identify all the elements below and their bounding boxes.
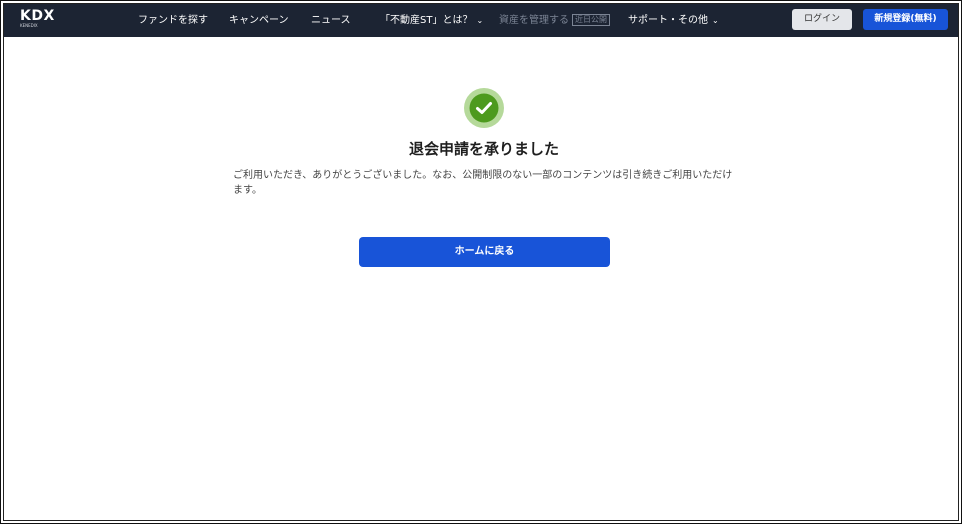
chevron-down-icon: ⌄ [712,16,719,25]
logo-text: KDX [20,8,55,24]
window-frame: KDX KENEDIX ファンドを探す キャンペーン ニュース 「不動産ST」と… [0,0,962,524]
nav-item-news[interactable]: ニュース [311,4,351,37]
nav-item-find-funds[interactable]: ファンドを探す [138,4,208,37]
register-button[interactable]: 新規登録(無料) [863,9,948,30]
nav-item-support[interactable]: サポート・その他 ⌄ [628,4,719,37]
nav-item-label: サポート・その他 [628,15,708,26]
page-title: 退会申請を承りました [408,140,559,158]
nav-item-label: 資産を管理する [499,15,569,26]
nav-item-about-st[interactable]: 「不動産ST」とは？ ⌄ [380,4,483,37]
nav-item-label: キャンペーン [229,15,289,26]
kdx-logo[interactable]: KDX KENEDIX [20,9,62,31]
nav-item-label: ファンドを探す [138,15,208,26]
nav-item-label: 「不動産ST」とは？ [380,15,473,26]
nav-item-campaign[interactable]: キャンペーン [229,4,289,37]
chevron-down-icon: ⌄ [476,16,484,25]
top-nav: KDX KENEDIX ファンドを探す キャンペーン ニュース 「不動産ST」と… [4,4,958,37]
check-circle-icon [463,87,505,129]
coming-soon-badge: 近日公開 [572,14,610,26]
page: KDX KENEDIX ファンドを探す キャンペーン ニュース 「不動産ST」と… [3,3,959,521]
login-button[interactable]: ログイン [792,9,852,30]
home-button[interactable]: ホームに戻る [359,237,610,267]
withdrawal-message: ご利用いただき、ありがとうございました。なお、公開制限のない一部のコンテンツは引… [233,170,733,196]
nav-item-label: ニュース [311,15,351,26]
nav-item-manage-assets: 資産を管理する 近日公開 [499,4,610,37]
